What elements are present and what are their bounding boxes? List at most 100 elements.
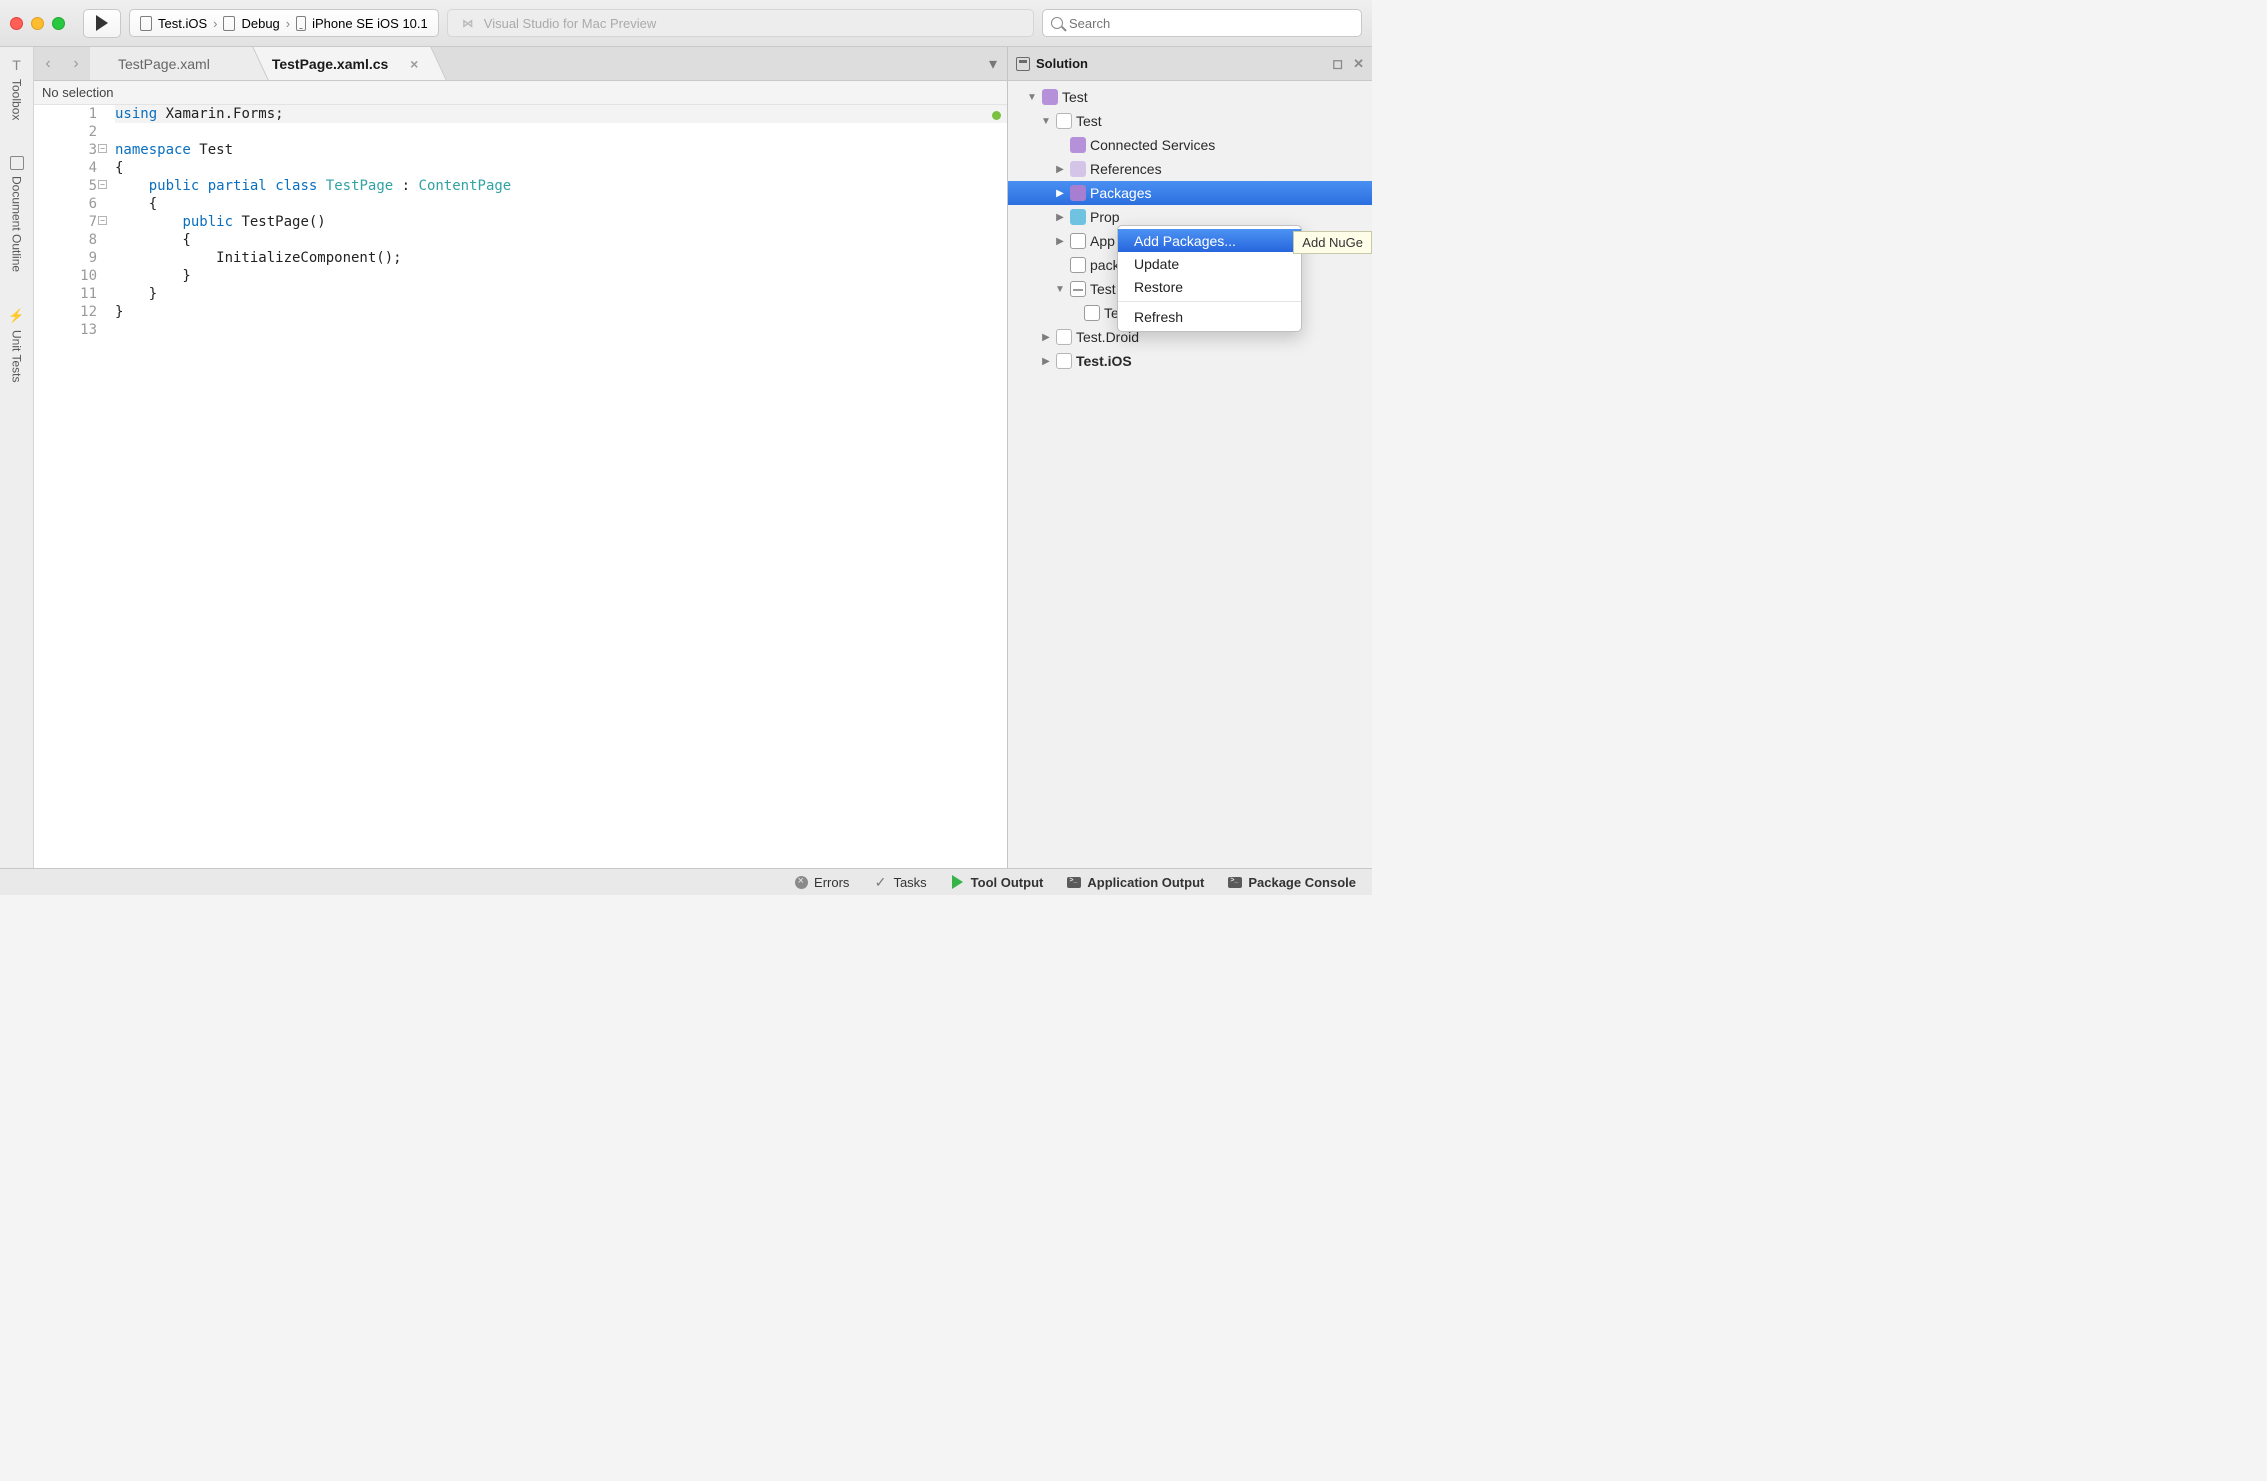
fold-toggle[interactable]: − bbox=[98, 216, 107, 225]
tree-node-icon bbox=[1070, 209, 1086, 225]
expand-toggle[interactable] bbox=[1026, 92, 1038, 103]
status-bar-label: Tool Output bbox=[971, 875, 1044, 890]
code-line[interactable] bbox=[115, 321, 1007, 339]
status-bar-item[interactable]: Errors bbox=[794, 875, 849, 890]
tree-node-label: Prop bbox=[1090, 209, 1120, 225]
line-number: 10 bbox=[34, 267, 97, 285]
expand-toggle[interactable] bbox=[1040, 356, 1052, 367]
nav-forward-button[interactable]: › bbox=[62, 47, 90, 80]
code-line[interactable]: } bbox=[115, 285, 1007, 303]
tree-node-label: Connected Services bbox=[1090, 137, 1215, 153]
expand-toggle[interactable] bbox=[1054, 236, 1066, 247]
tree-node-icon bbox=[1042, 89, 1058, 105]
editor-gutter: 123−45−67−8910111213 bbox=[34, 105, 107, 868]
solution-panel-header[interactable]: Solution ◻ ✕ bbox=[1008, 47, 1372, 81]
solution-panel: Solution ◻ ✕ Test Test Connected Service… bbox=[1007, 47, 1372, 868]
line-number: 4 bbox=[34, 159, 97, 177]
expand-toggle[interactable] bbox=[1054, 188, 1066, 199]
line-number: 7− bbox=[34, 213, 97, 231]
panel-close-button[interactable]: ✕ bbox=[1353, 56, 1364, 72]
sidebar-tab-document-outline[interactable]: Document Outline bbox=[10, 156, 24, 272]
expand-toggle[interactable] bbox=[1040, 332, 1052, 343]
breadcrumb-device: iPhone SE iOS 10.1 bbox=[312, 16, 428, 31]
line-number: 5− bbox=[34, 177, 97, 195]
code-line[interactable]: { bbox=[115, 195, 1007, 213]
code-line[interactable]: } bbox=[115, 303, 1007, 321]
app-title: Visual Studio for Mac Preview bbox=[484, 16, 656, 31]
status-bar-label: Application Output bbox=[1087, 875, 1204, 890]
code-area[interactable]: using Xamarin.Forms;namespace Test{ publ… bbox=[107, 105, 1007, 868]
expand-toggle[interactable] bbox=[1054, 164, 1066, 175]
expand-toggle[interactable] bbox=[1040, 116, 1052, 127]
editor-breadcrumb[interactable]: No selection bbox=[34, 81, 1007, 105]
tree-node-icon bbox=[1070, 137, 1086, 153]
tree-node[interactable]: Packages bbox=[1008, 181, 1372, 205]
build-status-indicator bbox=[992, 111, 1001, 120]
expand-toggle[interactable] bbox=[1054, 284, 1066, 295]
chevron-left-icon: ‹ bbox=[45, 55, 50, 73]
term-icon bbox=[1067, 875, 1081, 889]
tree-node-icon bbox=[1070, 281, 1086, 297]
status-bar-item[interactable]: Package Console bbox=[1228, 875, 1356, 890]
run-target-breadcrumb[interactable]: Test.iOS › Debug › iPhone SE iOS 10.1 bbox=[129, 9, 439, 37]
context-menu-item[interactable]: Update bbox=[1118, 252, 1301, 275]
editor-tab[interactable]: TestPage.xaml bbox=[90, 47, 244, 80]
editor-tabs-row: ‹ › TestPage.xamlTestPage.xaml.cs× ▾ bbox=[34, 47, 1007, 81]
context-menu-item[interactable]: Refresh bbox=[1118, 305, 1301, 328]
code-line[interactable]: InitializeComponent(); bbox=[115, 249, 1007, 267]
nav-back-button[interactable]: ‹ bbox=[34, 47, 62, 80]
chevron-right-icon: › bbox=[73, 55, 78, 73]
code-line[interactable] bbox=[115, 123, 1007, 141]
fold-toggle[interactable]: − bbox=[98, 180, 107, 189]
solution-title: Solution bbox=[1036, 56, 1088, 71]
chevron-right-icon: › bbox=[286, 16, 290, 31]
code-line[interactable]: } bbox=[115, 267, 1007, 285]
sidebar-tab-toolbox[interactable]: T Toolbox bbox=[10, 57, 24, 120]
line-number: 6 bbox=[34, 195, 97, 213]
zoom-window-button[interactable] bbox=[52, 17, 65, 30]
search-field[interactable] bbox=[1042, 9, 1362, 37]
status-bar-item[interactable]: Tool Output bbox=[951, 875, 1044, 890]
code-line[interactable]: { bbox=[115, 231, 1007, 249]
tree-node-label: Test bbox=[1076, 113, 1102, 129]
line-number: 3− bbox=[34, 141, 97, 159]
status-bar-label: Errors bbox=[814, 875, 849, 890]
code-editor[interactable]: 123−45−67−8910111213 using Xamarin.Forms… bbox=[34, 105, 1007, 868]
play-icon bbox=[951, 875, 965, 889]
tree-node[interactable]: Test bbox=[1008, 85, 1372, 109]
tabs-overflow-button[interactable]: ▾ bbox=[989, 47, 1007, 80]
status-bar-item[interactable]: Application Output bbox=[1067, 875, 1204, 890]
chevron-down-icon: ▾ bbox=[989, 54, 997, 74]
tree-node[interactable]: Test bbox=[1008, 109, 1372, 133]
context-menu-item[interactable]: Add Packages... bbox=[1118, 229, 1301, 252]
status-bar-label: Package Console bbox=[1248, 875, 1356, 890]
solution-tree[interactable]: Test Test Connected Services References … bbox=[1008, 81, 1372, 868]
config-icon bbox=[223, 16, 235, 31]
code-line[interactable]: public partial class TestPage : ContentP… bbox=[115, 177, 1007, 195]
search-icon bbox=[1051, 17, 1063, 29]
tree-node[interactable]: Test.iOS bbox=[1008, 349, 1372, 373]
sidebar-tab-unit-tests[interactable]: Unit Tests bbox=[8, 308, 24, 382]
fold-toggle[interactable]: − bbox=[98, 144, 107, 153]
close-tab-button[interactable]: × bbox=[410, 56, 418, 72]
run-button[interactable] bbox=[83, 9, 121, 38]
expand-toggle[interactable] bbox=[1054, 212, 1066, 223]
tree-node[interactable]: References bbox=[1008, 157, 1372, 181]
code-line[interactable]: using Xamarin.Forms; bbox=[115, 105, 1007, 123]
editor-tab[interactable]: TestPage.xaml.cs× bbox=[244, 47, 422, 80]
status-bar-item[interactable]: ✓Tasks bbox=[873, 875, 926, 890]
context-menu-item[interactable]: Restore bbox=[1118, 275, 1301, 298]
close-window-button[interactable] bbox=[10, 17, 23, 30]
menu-separator bbox=[1118, 301, 1301, 302]
code-line[interactable]: namespace Test bbox=[115, 141, 1007, 159]
play-icon bbox=[96, 15, 108, 31]
tree-node-icon bbox=[1056, 353, 1072, 369]
panel-dock-button[interactable]: ◻ bbox=[1332, 56, 1343, 72]
minimize-window-button[interactable] bbox=[31, 17, 44, 30]
code-line[interactable]: { bbox=[115, 159, 1007, 177]
search-input[interactable] bbox=[1069, 16, 1353, 31]
code-line[interactable]: public TestPage() bbox=[115, 213, 1007, 231]
tree-node-icon bbox=[1070, 161, 1086, 177]
toolbox-icon: T bbox=[12, 57, 21, 73]
tree-node[interactable]: Connected Services bbox=[1008, 133, 1372, 157]
